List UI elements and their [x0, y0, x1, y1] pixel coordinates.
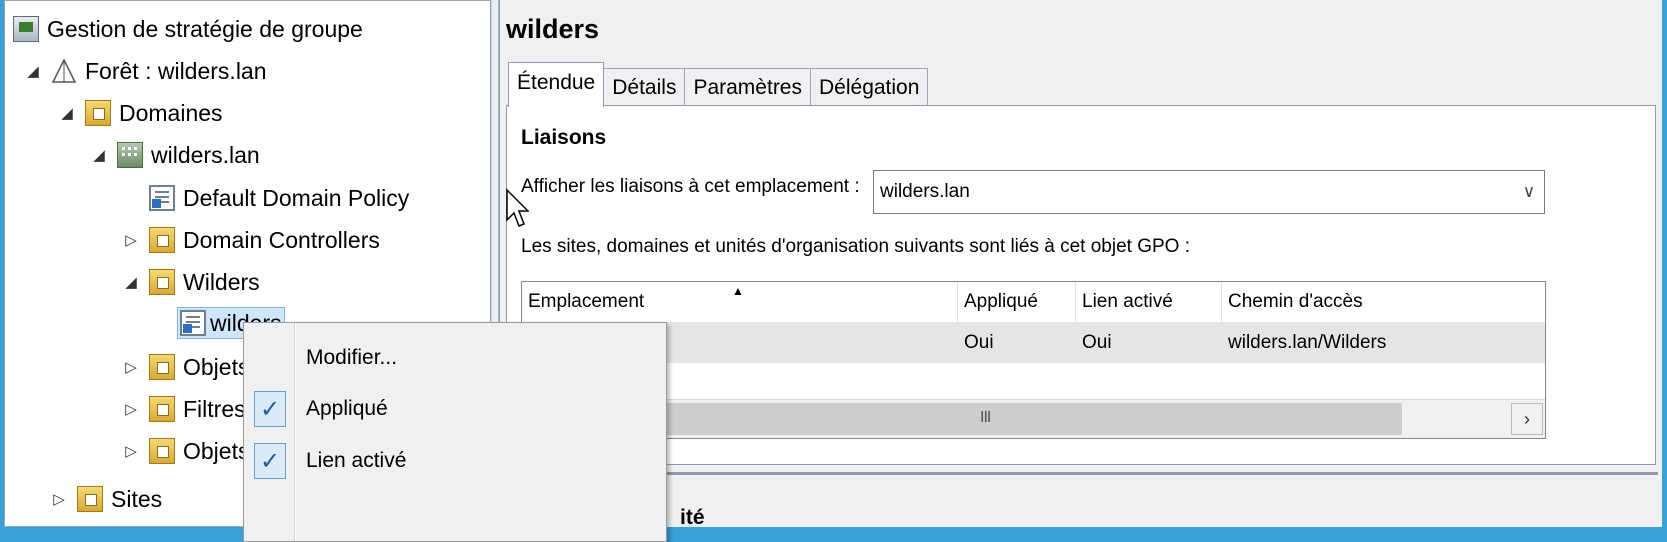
table-header: Emplacement Appliqué Lien activé Chemin …	[522, 282, 1545, 323]
tree-node-sites[interactable]: ▷ Sites	[49, 479, 162, 519]
collapsed-arrow-icon[interactable]: ▷	[121, 231, 141, 249]
scope-tab-panel: Liaisons Afficher les liaisons à cet emp…	[506, 105, 1656, 465]
menu-item-enforced[interactable]: ✓ Appliqué	[244, 387, 666, 431]
tree-node-root[interactable]: Gestion de stratégie de groupe	[13, 9, 363, 49]
gpo-title: wilders	[506, 14, 600, 44]
tab-delegation[interactable]: Délégation	[810, 68, 929, 107]
expanded-arrow-icon[interactable]: ◢	[23, 62, 43, 80]
chevron-down-icon[interactable]: ∨	[1514, 182, 1544, 202]
tree-node-wilders-ou[interactable]: ◢ Wilders	[121, 262, 260, 302]
linked-objects-info: Les sites, domaines et unités d'organisa…	[521, 236, 1190, 257]
section-divider	[498, 472, 1658, 475]
gpo-detail-pane: wilders Étendue Détails Paramètres Délég…	[499, 0, 1662, 527]
tab-scope[interactable]: Étendue	[508, 62, 605, 107]
tree-node-wmi-filters[interactable]: ▷ Filtres	[121, 389, 246, 429]
collapsed-arrow-icon[interactable]: ▷	[121, 400, 141, 418]
tree-node-domain-controllers[interactable]: ▷ Domain Controllers	[121, 220, 380, 260]
domains-folder-icon	[85, 100, 111, 126]
gpo-folder-icon	[149, 354, 175, 380]
tree-node-label: Filtres	[183, 395, 246, 422]
tab-settings[interactable]: Paramètres	[684, 68, 811, 107]
tree-node-label: Default Domain Policy	[183, 184, 410, 211]
expanded-arrow-icon[interactable]: ◢	[121, 273, 141, 291]
cell-path: wilders.lan/Wilders	[1228, 332, 1387, 353]
domain-icon	[117, 142, 143, 168]
horizontal-scrollbar[interactable]: III ›	[522, 399, 1545, 438]
cell-enforced: Oui	[964, 332, 994, 353]
next-section-heading-partial: ité	[680, 506, 705, 529]
collapsed-arrow-icon[interactable]: ▷	[121, 358, 141, 376]
tree-node-default-domain-policy[interactable]: Default Domain Policy	[149, 178, 409, 218]
tree-node-label: Gestion de stratégie de groupe	[47, 15, 363, 42]
menu-item-label: Appliqué	[306, 397, 388, 420]
table-row[interactable]: Oui Oui wilders.lan/Wilders	[522, 323, 1545, 363]
ou-folder-icon	[149, 227, 175, 253]
tree-node-label: Wilders	[183, 268, 260, 295]
column-header-path[interactable]: Chemin d'accès	[1222, 282, 1545, 322]
checkmark-icon: ✓	[254, 391, 286, 427]
scrollbar-thumb[interactable]: III	[662, 403, 1402, 435]
column-header-link-enabled[interactable]: Lien activé	[1076, 282, 1222, 322]
mouse-pointer-icon	[506, 188, 529, 227]
scroll-grip-icon: III	[980, 409, 991, 426]
tree-node-domains[interactable]: ◢ Domaines	[57, 93, 223, 133]
checkmark-icon: ✓	[254, 443, 286, 479]
filter-folder-icon	[149, 396, 175, 422]
expanded-arrow-icon[interactable]: ◢	[57, 104, 77, 122]
tree-node-forest[interactable]: ◢ Forêt : wilders.lan	[23, 51, 267, 91]
expanded-arrow-icon[interactable]: ◢	[89, 146, 109, 164]
tree-node-label: Sites	[111, 485, 163, 512]
location-value: wilders.lan	[880, 181, 970, 202]
tree-node-label: Objets	[183, 353, 250, 380]
scroll-right-button[interactable]: ›	[1511, 403, 1543, 435]
sites-folder-icon	[77, 486, 103, 512]
tree-node-label: Objets	[183, 437, 250, 464]
forest-icon	[51, 58, 77, 83]
tree-node-starter-gpos[interactable]: ▷ Objets	[121, 431, 249, 471]
tree-node-label: Domain Controllers	[183, 226, 380, 253]
menu-item-edit[interactable]: Modifier...	[244, 336, 666, 380]
menu-item-label: Lien activé	[306, 449, 407, 472]
gpo-link-icon	[180, 310, 206, 336]
location-dropdown[interactable]: wilders.lan ∨	[873, 170, 1545, 214]
group-policy-management-icon	[13, 16, 39, 42]
context-menu: Modifier... ✓ Appliqué ✓ Lien activé	[243, 322, 667, 542]
tab-strip: Étendue Détails Paramètres Délégation	[508, 62, 929, 107]
menu-item-label: Modifier...	[306, 346, 398, 369]
menu-item-link-enabled[interactable]: ✓ Lien activé	[244, 439, 666, 483]
tree-node-domain[interactable]: ◢ wilders.lan	[89, 135, 260, 175]
cell-link-enabled: Oui	[1082, 332, 1112, 353]
tab-details[interactable]: Détails	[603, 68, 686, 107]
gpo-link-icon	[149, 185, 175, 211]
links-section-heading: Liaisons	[521, 126, 607, 149]
collapsed-arrow-icon[interactable]: ▷	[121, 442, 141, 460]
tree-node-gpo-objects[interactable]: ▷ Objets	[121, 347, 249, 387]
ou-folder-icon	[149, 269, 175, 295]
tree-node-label: Domaines	[119, 99, 223, 126]
starter-gpo-folder-icon	[149, 438, 175, 464]
collapsed-arrow-icon[interactable]: ▷	[49, 490, 69, 508]
column-header-enforced[interactable]: Appliqué	[958, 282, 1076, 322]
tree-node-label: Forêt : wilders.lan	[85, 57, 267, 84]
sort-ascending-icon: ▲	[732, 284, 744, 298]
links-table: Emplacement Appliqué Lien activé Chemin …	[521, 281, 1546, 439]
tree-node-label: wilders.lan	[151, 141, 260, 168]
location-label: Afficher les liaisons à cet emplacement …	[521, 176, 860, 197]
